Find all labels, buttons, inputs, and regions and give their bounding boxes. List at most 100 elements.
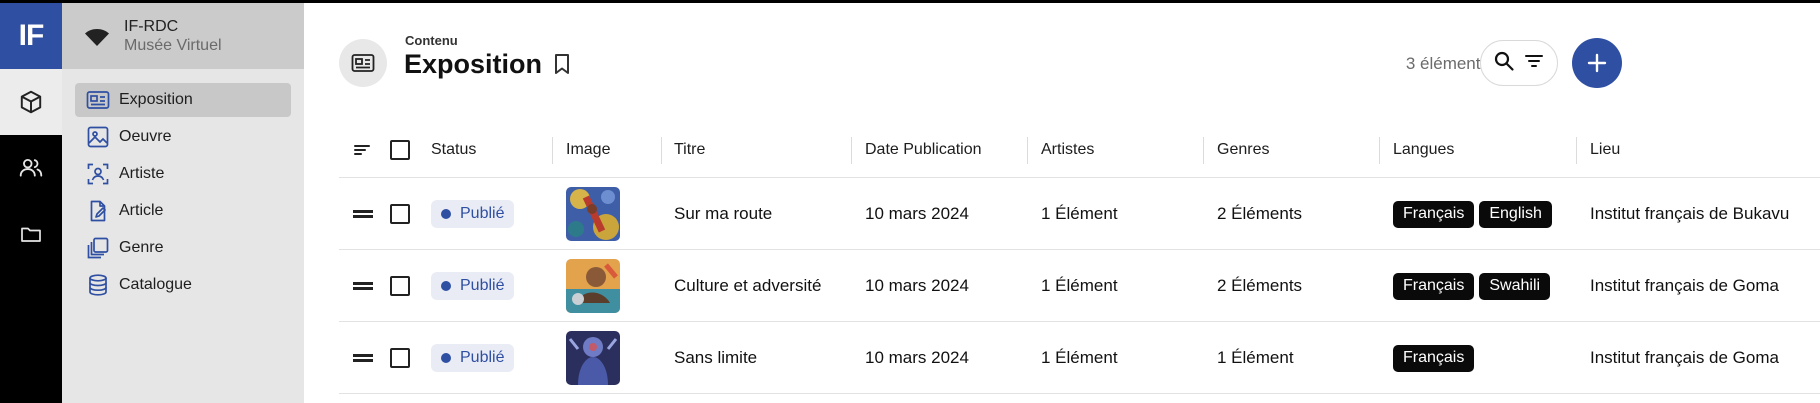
sidebar-item-label: Exposition (119, 91, 193, 108)
item-count: 3 éléments (1405, 54, 1489, 73)
status-badge: Publié (431, 272, 515, 300)
column-divider[interactable] (1379, 137, 1380, 164)
app-logo[interactable]: IF (0, 3, 62, 69)
status-cell: Publié (431, 250, 515, 322)
table-row[interactable]: Publié Culture et adversité 10 mars 2024… (339, 250, 1820, 322)
sidebar-item-label: Oeuvre (119, 128, 172, 145)
sidebar-item-catalogue[interactable]: Catalogue (75, 268, 291, 302)
status-cell: Publié (431, 178, 515, 250)
language-tag: Français (1393, 344, 1475, 372)
row-checkbox[interactable] (390, 322, 410, 394)
language-tag: English (1479, 200, 1552, 228)
sidebar-item-artiste[interactable]: Artiste (75, 157, 291, 191)
sidebar-item-oeuvre[interactable]: Oeuvre (75, 120, 291, 154)
column-divider[interactable] (1576, 137, 1577, 164)
genres-cell: 2 Éléments (1217, 204, 1303, 223)
column-divider[interactable] (661, 137, 662, 164)
row-checkbox[interactable] (390, 178, 410, 250)
status-cell: Publié (431, 322, 515, 394)
column-header-langues[interactable]: Langues (1393, 122, 1454, 178)
drag-handle-icon[interactable] (353, 178, 373, 250)
main-content: Contenu Exposition 3 éléments Status Ima… (304, 3, 1820, 403)
title-cell[interactable]: Sans limite (674, 322, 757, 394)
sidebar-item-article[interactable]: Article (75, 194, 291, 228)
location-cell: Institut français de Bukavu (1590, 204, 1790, 223)
app-rail: IF (0, 3, 62, 403)
exposition-table: Status Image Titre Date Publication Arti… (339, 122, 1820, 394)
title-cell[interactable]: Culture et adversité (674, 250, 821, 322)
genre-icon (86, 236, 110, 260)
genres-cell: 2 Éléments (1217, 276, 1303, 295)
image-cell (566, 250, 620, 322)
drag-handle-icon[interactable] (353, 322, 373, 394)
genres-cell: 1 Élément (1217, 348, 1294, 367)
location-cell: Institut français de Goma (1590, 348, 1779, 367)
column-header-date[interactable]: Date Publication (865, 122, 982, 178)
plus-icon (1587, 53, 1607, 73)
date-cell: 10 mars 2024 (865, 276, 969, 295)
artwork-thumbnail[interactable] (566, 331, 620, 385)
site-switcher[interactable]: IF-RDC Musée Virtuel (62, 3, 304, 69)
rail-content-button[interactable] (0, 69, 62, 135)
artwork-thumbnail[interactable] (566, 259, 620, 313)
image-icon (86, 125, 110, 149)
artists-cell: 1 Élément (1041, 348, 1118, 367)
language-tag: Français (1393, 272, 1475, 300)
sort-icon[interactable] (353, 122, 371, 178)
filter-icon[interactable] (1523, 50, 1545, 77)
article-icon (86, 199, 110, 223)
select-all-checkbox[interactable] (390, 122, 410, 178)
rail-users-button[interactable] (0, 135, 62, 201)
column-divider[interactable] (1203, 137, 1204, 164)
search-filter-group (1480, 40, 1558, 86)
artists-cell: 1 Élément (1041, 204, 1118, 223)
site-name: Musée Virtuel (124, 37, 222, 54)
rail-files-button[interactable] (0, 201, 62, 267)
column-header-image[interactable]: Image (566, 122, 610, 178)
sidebar-item-label: Catalogue (119, 276, 192, 293)
drag-handle-icon[interactable] (353, 250, 373, 322)
table-row[interactable]: Publié Sans limite 10 mars 2024 1 Élémen… (339, 322, 1820, 394)
title-cell[interactable]: Sur ma route (674, 178, 772, 250)
column-header-artistes[interactable]: Artistes (1041, 122, 1094, 178)
column-divider[interactable] (552, 137, 553, 164)
org-name: IF-RDC (124, 18, 179, 35)
column-divider[interactable] (851, 137, 852, 164)
languages-cell: Français English (1393, 178, 1557, 250)
artist-icon (86, 162, 110, 186)
exhibition-header-icon (339, 39, 387, 87)
column-header-genres[interactable]: Genres (1217, 122, 1269, 178)
status-badge: Publié (431, 200, 515, 228)
languages-cell: Français (1393, 322, 1479, 394)
bookmark-icon[interactable] (553, 53, 571, 80)
sidebar-item-exposition[interactable]: Exposition (75, 83, 291, 117)
folder-icon (21, 227, 41, 242)
page-title: Exposition (404, 49, 543, 79)
exhibition-icon (86, 88, 110, 112)
date-cell: 10 mars 2024 (865, 204, 969, 223)
cube-icon (20, 90, 42, 114)
column-header-titre[interactable]: Titre (674, 122, 705, 178)
wifi-icon (85, 29, 109, 46)
sidebar: IF-RDC Musée Virtuel Exposition Oeuvre A… (62, 3, 304, 403)
column-header-status[interactable]: Status (431, 122, 476, 178)
image-cell (566, 322, 620, 394)
sidebar-item-label: Article (119, 202, 164, 219)
sidebar-nav: Exposition Oeuvre Artiste Article Genre … (62, 69, 304, 302)
search-icon[interactable] (1493, 50, 1515, 77)
row-checkbox[interactable] (390, 250, 410, 322)
languages-cell: Français Swahili (1393, 250, 1555, 322)
sidebar-item-genre[interactable]: Genre (75, 231, 291, 265)
add-button[interactable] (1572, 38, 1622, 88)
table-row[interactable]: Publié Sur ma route 10 mars 2024 1 Éléme… (339, 178, 1820, 250)
date-cell: 10 mars 2024 (865, 348, 969, 367)
language-tag: Swahili (1479, 272, 1551, 300)
language-tag: Français (1393, 200, 1475, 228)
image-cell (566, 178, 620, 250)
database-icon (86, 273, 110, 297)
column-divider[interactable] (1027, 137, 1028, 164)
artists-cell: 1 Élément (1041, 276, 1118, 295)
breadcrumb[interactable]: Contenu (405, 33, 458, 48)
column-header-lieu[interactable]: Lieu (1590, 122, 1620, 178)
artwork-thumbnail[interactable] (566, 187, 620, 241)
